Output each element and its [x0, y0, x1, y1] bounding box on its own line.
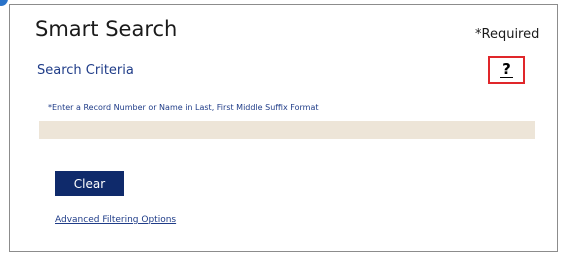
clear-button[interactable]: Clear — [55, 171, 124, 196]
required-note: *Required — [475, 27, 540, 42]
corner-marker — [0, 0, 8, 6]
search-criteria-label: Search Criteria — [37, 63, 134, 78]
help-underline — [500, 77, 513, 78]
help-button[interactable]: ? — [488, 56, 525, 84]
search-input[interactable] — [39, 121, 535, 139]
question-mark-icon: ? — [502, 60, 511, 78]
smart-search-panel: Smart Search *Required Search Criteria ?… — [9, 4, 558, 252]
advanced-filtering-link[interactable]: Advanced Filtering Options — [55, 215, 176, 225]
screen: Smart Search *Required Search Criteria ?… — [0, 0, 569, 256]
page-title: Smart Search — [35, 17, 178, 41]
search-hint: *Enter a Record Number or Name in Last, … — [48, 103, 319, 112]
